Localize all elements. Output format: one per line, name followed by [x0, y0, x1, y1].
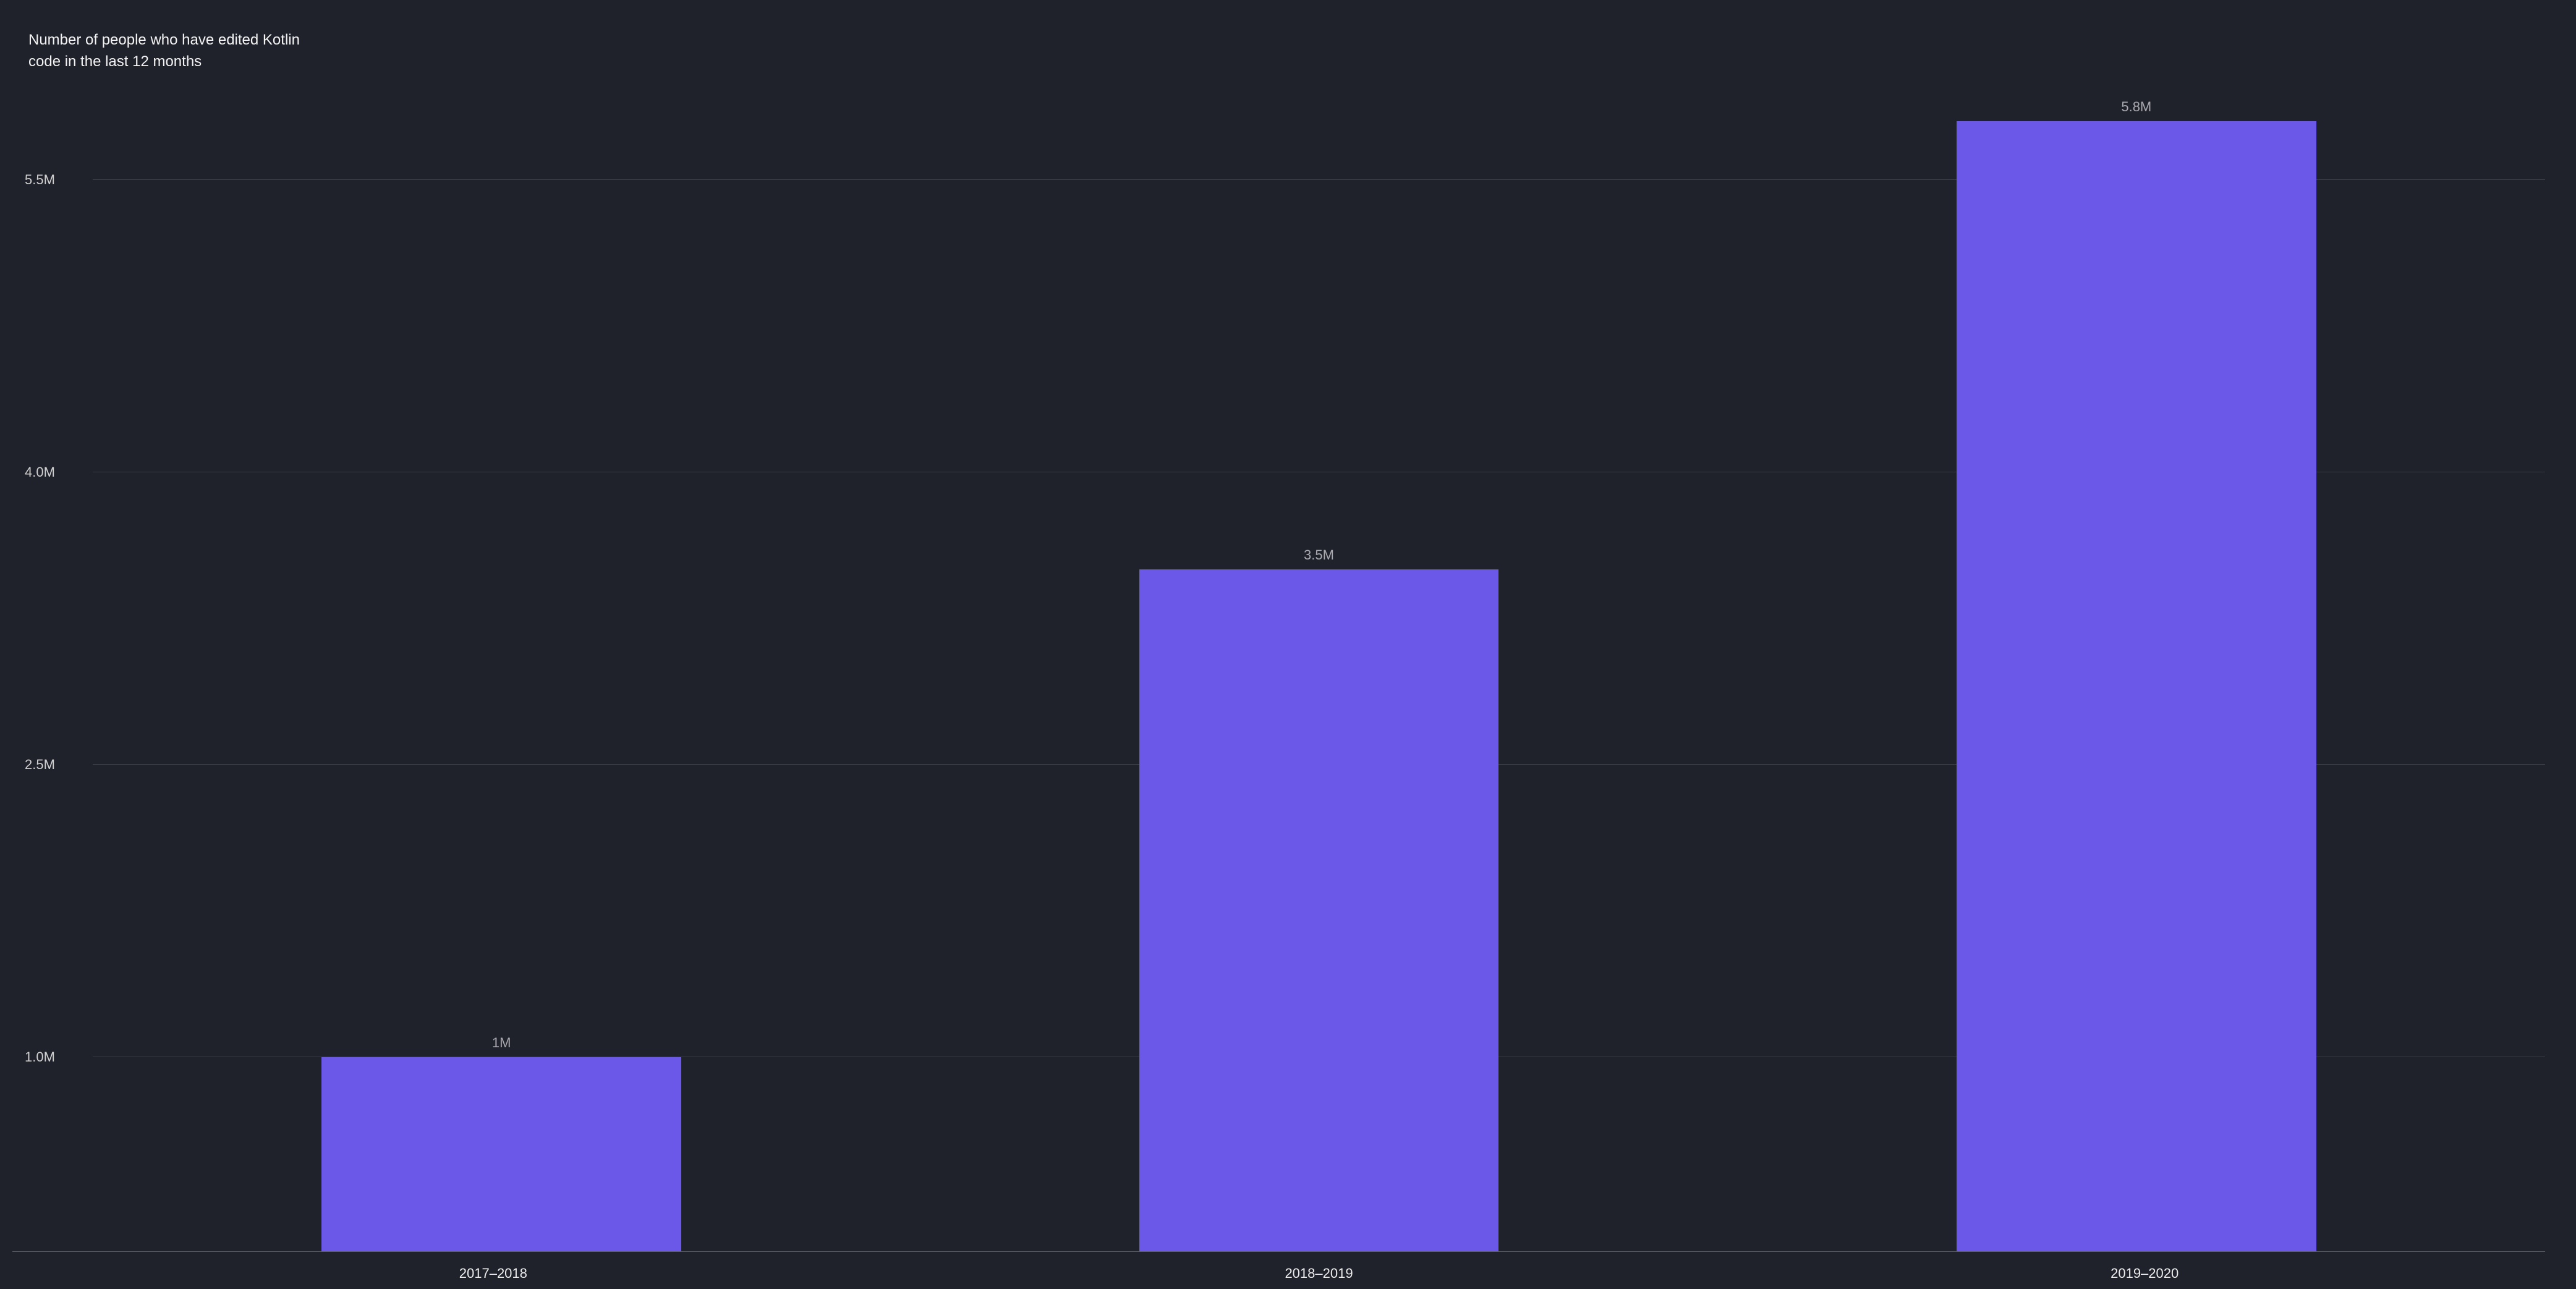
y-tick-label: 2.5M — [12, 757, 80, 773]
bar-slot: 3.5M — [910, 43, 1727, 1252]
bar-value-label: 3.5M — [1304, 547, 1334, 563]
chart-title: Number of people who have edited Kotlin … — [28, 30, 300, 73]
y-tick-label: 4.0M — [12, 464, 80, 480]
bar: 5.8M — [1957, 121, 2316, 1252]
bar: 1M — [321, 1057, 681, 1252]
bar: 3.5M — [1139, 569, 1499, 1252]
bar-value-label: 1M — [492, 1035, 511, 1051]
bar-slot: 1M — [93, 43, 910, 1252]
x-tick-label: 2018–2019 — [906, 1266, 1732, 1282]
x-axis-line — [12, 1251, 2545, 1252]
x-axis: 2017–20182018–20192019–2020 — [80, 1266, 2557, 1282]
bar-slot: 5.8M — [1728, 43, 2545, 1252]
x-tick-label: 2017–2018 — [80, 1266, 906, 1282]
bars-container: 1M 3.5M 5.8M — [93, 43, 2545, 1252]
y-tick-label: 1.0M — [12, 1049, 80, 1065]
bar-value-label: 5.8M — [2121, 99, 2151, 115]
plot-area: 1.0M2.5M4.0M5.5M 1M3.5M5.8M — [93, 43, 2545, 1252]
x-tick-label: 2019–2020 — [1732, 1266, 2557, 1282]
chart-container: Number of people who have edited Kotlin … — [0, 0, 2576, 1289]
y-tick-label: 5.5M — [12, 172, 80, 188]
